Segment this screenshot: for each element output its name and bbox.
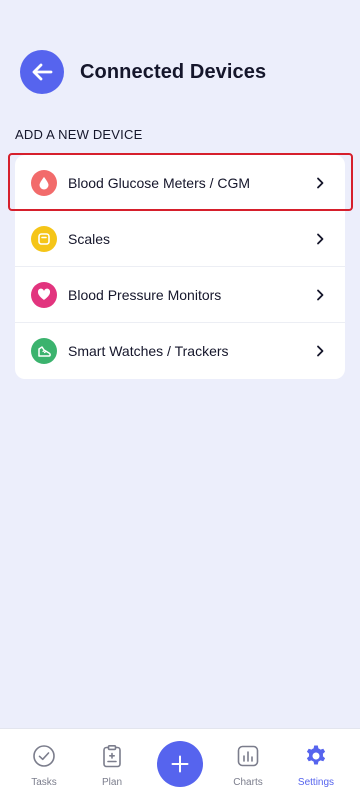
check-circle-icon xyxy=(31,743,57,769)
nav-settings[interactable]: Settings xyxy=(286,743,346,788)
chevron-right-icon xyxy=(315,233,325,245)
device-label: Smart Watches / Trackers xyxy=(68,343,229,359)
nav-label: Settings xyxy=(297,777,335,788)
scale-icon xyxy=(31,225,57,252)
page-title: Connected Devices xyxy=(80,60,267,83)
plus-icon xyxy=(171,755,189,773)
arrow-left-icon xyxy=(32,63,53,81)
chevron-right-icon xyxy=(315,289,325,301)
heart-icon xyxy=(31,281,57,308)
chevron-right-icon xyxy=(315,345,325,357)
device-label: Scales xyxy=(68,230,111,247)
back-button[interactable] xyxy=(20,50,64,94)
header: Connected Devices xyxy=(20,50,266,94)
nav-label: Plan xyxy=(101,777,122,788)
device-label: Blood Glucose Meters / CGM xyxy=(68,174,251,191)
chevron-right-icon xyxy=(315,177,325,189)
nav-plan[interactable]: Plan xyxy=(82,743,142,788)
clipboard-icon xyxy=(99,743,125,769)
gear-icon xyxy=(303,743,329,769)
device-item-blood-pressure[interactable]: Blood Pressure Monitors xyxy=(15,267,345,323)
nav-charts[interactable]: Charts xyxy=(218,743,278,788)
nav-label: Charts xyxy=(233,777,263,788)
bottom-nav: Tasks Plan Charts Settings xyxy=(0,728,360,812)
device-item-smart-watches[interactable]: Smart Watches / Trackers xyxy=(15,323,345,379)
device-list: Blood Glucose Meters / CGM Scales Blood … xyxy=(8,153,353,379)
add-button[interactable] xyxy=(157,741,203,787)
nav-tasks[interactable]: Tasks xyxy=(14,743,74,788)
blood-drop-icon xyxy=(31,169,57,196)
bar-chart-icon xyxy=(235,743,261,769)
device-item-scales[interactable]: Scales xyxy=(15,211,345,267)
nav-label: Tasks xyxy=(31,777,57,788)
section-label: ADD A NEW DEVICE xyxy=(15,127,143,142)
running-shoe-icon xyxy=(31,338,57,364)
device-label: Blood Pressure Monitors xyxy=(68,286,222,303)
device-item-glucose-meters[interactable]: Blood Glucose Meters / CGM xyxy=(8,153,353,211)
